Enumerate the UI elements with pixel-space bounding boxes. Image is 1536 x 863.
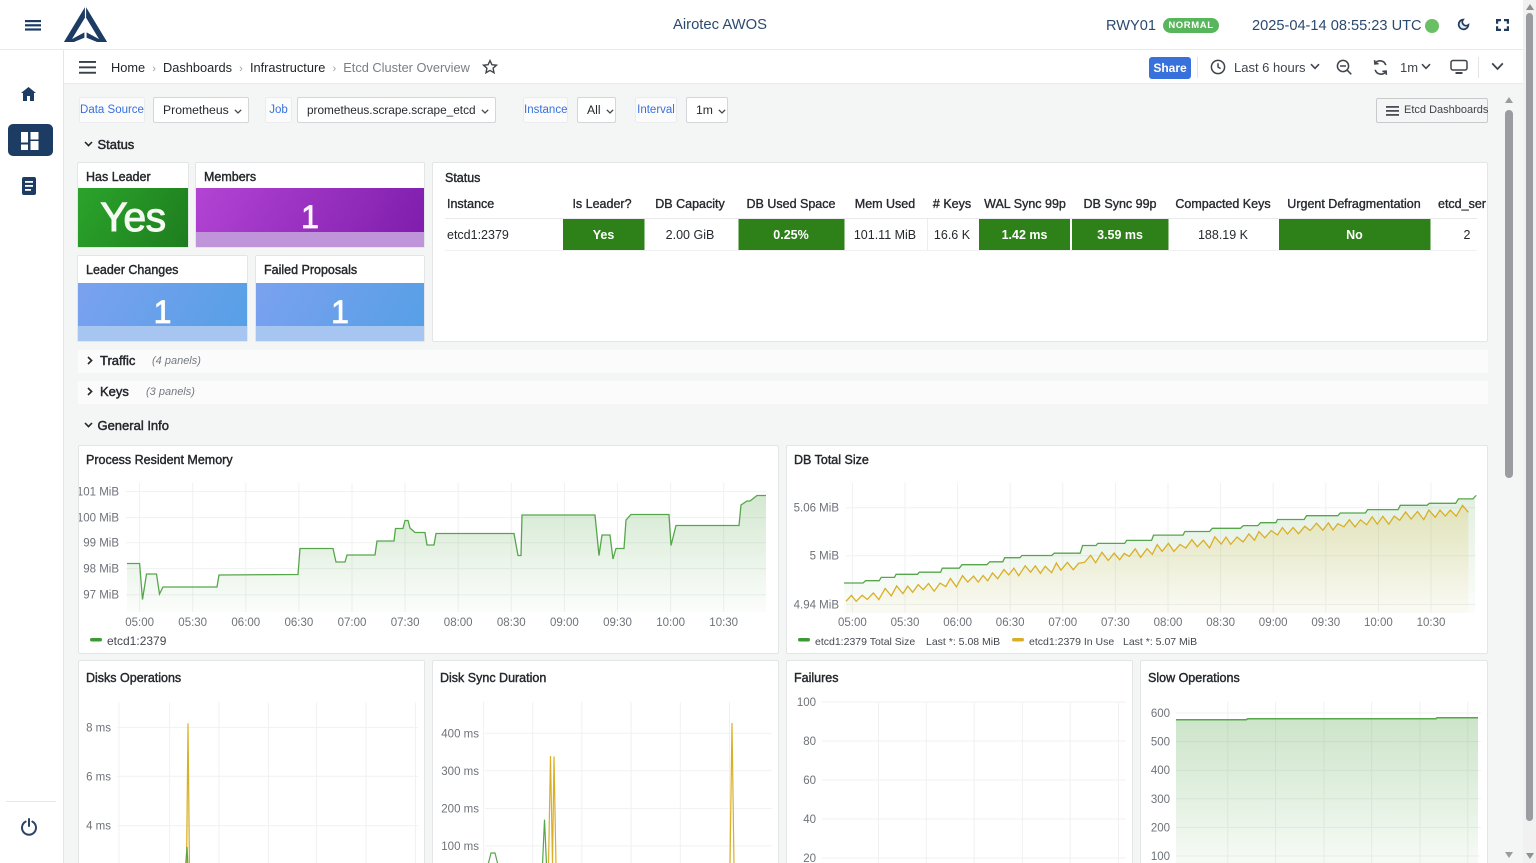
svg-text:etcd_ser: etcd_ser: [1438, 197, 1486, 211]
svg-text:05:00: 05:00: [838, 617, 867, 629]
svg-text:98 MiB: 98 MiB: [83, 564, 119, 576]
svg-text:101.11 MiB: 101.11 MiB: [854, 228, 916, 242]
svg-text:06:00: 06:00: [231, 617, 260, 629]
svg-text:0.25%: 0.25%: [773, 228, 808, 242]
svg-text:10:00: 10:00: [1364, 617, 1393, 629]
svg-text:07:00: 07:00: [338, 617, 367, 629]
svg-text:etcd1:2379: etcd1:2379: [447, 228, 509, 242]
svg-text:1.42 ms: 1.42 ms: [1002, 228, 1048, 242]
svg-text:200 ms: 200 ms: [441, 803, 479, 815]
svg-text:60: 60: [803, 775, 816, 787]
svg-text:200: 200: [1151, 822, 1170, 834]
svg-text:5.06 MiB: 5.06 MiB: [794, 503, 840, 515]
svg-text:Instance: Instance: [447, 197, 494, 211]
svg-text:20: 20: [803, 853, 816, 863]
svg-text:6 ms: 6 ms: [86, 771, 111, 783]
svg-text:101 MiB: 101 MiB: [79, 487, 119, 499]
svg-text:05:00: 05:00: [125, 617, 154, 629]
svg-text:97 MiB: 97 MiB: [83, 590, 119, 602]
svg-text:2: 2: [1464, 228, 1471, 242]
svg-text:100: 100: [1151, 851, 1170, 863]
svg-text:08:30: 08:30: [497, 617, 526, 629]
svg-text:400 ms: 400 ms: [441, 728, 479, 740]
svg-text:400: 400: [1151, 765, 1170, 777]
svg-text:80: 80: [803, 736, 816, 748]
svg-text:100 ms: 100 ms: [441, 841, 479, 853]
svg-text:4 ms: 4 ms: [86, 821, 111, 833]
svg-text:500: 500: [1151, 737, 1170, 749]
svg-text:No: No: [1346, 228, 1363, 242]
svg-text:16.6 K: 16.6 K: [934, 228, 971, 242]
svg-text:09:00: 09:00: [1259, 617, 1288, 629]
svg-text:06:30: 06:30: [996, 617, 1025, 629]
svg-text:DB Sync 99p: DB Sync 99p: [1084, 197, 1157, 211]
svg-text:05:30: 05:30: [178, 617, 207, 629]
svg-text:# Keys: # Keys: [933, 197, 971, 211]
svg-text:Is Leader?: Is Leader?: [572, 197, 631, 211]
svg-text:DB Capacity: DB Capacity: [655, 197, 725, 211]
svg-text:WAL Sync 99p: WAL Sync 99p: [984, 197, 1066, 211]
svg-text:8 ms: 8 ms: [86, 723, 111, 735]
svg-text:07:00: 07:00: [1048, 617, 1077, 629]
svg-text:2.00 GiB: 2.00 GiB: [666, 228, 715, 242]
svg-text:10:30: 10:30: [709, 617, 738, 629]
svg-text:Compacted Keys: Compacted Keys: [1175, 197, 1270, 211]
svg-text:08:00: 08:00: [1154, 617, 1183, 629]
svg-text:Urgent Defragmentation: Urgent Defragmentation: [1287, 197, 1420, 211]
svg-text:etcd1:2379: etcd1:2379: [107, 634, 167, 648]
svg-text:09:00: 09:00: [550, 617, 579, 629]
svg-text:Last *: 5.08 MiB: Last *: 5.08 MiB: [926, 636, 1000, 648]
svg-text:300 ms: 300 ms: [441, 766, 479, 778]
svg-text:06:00: 06:00: [943, 617, 972, 629]
svg-text:5 MiB: 5 MiB: [810, 551, 840, 563]
svg-text:09:30: 09:30: [1311, 617, 1340, 629]
svg-text:Yes: Yes: [593, 228, 615, 242]
svg-text:DB Used Space: DB Used Space: [747, 197, 836, 211]
svg-text:09:30: 09:30: [603, 617, 632, 629]
svg-text:300: 300: [1151, 794, 1170, 806]
svg-text:07:30: 07:30: [391, 617, 420, 629]
svg-text:06:30: 06:30: [285, 617, 314, 629]
svg-text:10:00: 10:00: [656, 617, 685, 629]
svg-text:08:30: 08:30: [1206, 617, 1235, 629]
svg-text:100: 100: [797, 697, 816, 709]
svg-text:07:30: 07:30: [1101, 617, 1130, 629]
svg-text:08:00: 08:00: [444, 617, 473, 629]
svg-text:600: 600: [1151, 708, 1170, 720]
svg-text:99 MiB: 99 MiB: [83, 538, 119, 550]
svg-text:4.94 MiB: 4.94 MiB: [794, 599, 840, 611]
svg-text:05:30: 05:30: [891, 617, 920, 629]
svg-text:188.19 K: 188.19 K: [1198, 228, 1249, 242]
svg-text:3.59 ms: 3.59 ms: [1097, 228, 1143, 242]
svg-text:40: 40: [803, 814, 816, 826]
svg-text:Mem Used: Mem Used: [855, 197, 915, 211]
svg-text:etcd1:2379 In Use: etcd1:2379 In Use: [1029, 636, 1114, 648]
svg-text:etcd1:2379 Total Size: etcd1:2379 Total Size: [815, 636, 915, 648]
svg-text:100 MiB: 100 MiB: [79, 513, 119, 525]
svg-text:10:30: 10:30: [1417, 617, 1446, 629]
svg-text:Last *: 5.07 MiB: Last *: 5.07 MiB: [1123, 636, 1197, 648]
